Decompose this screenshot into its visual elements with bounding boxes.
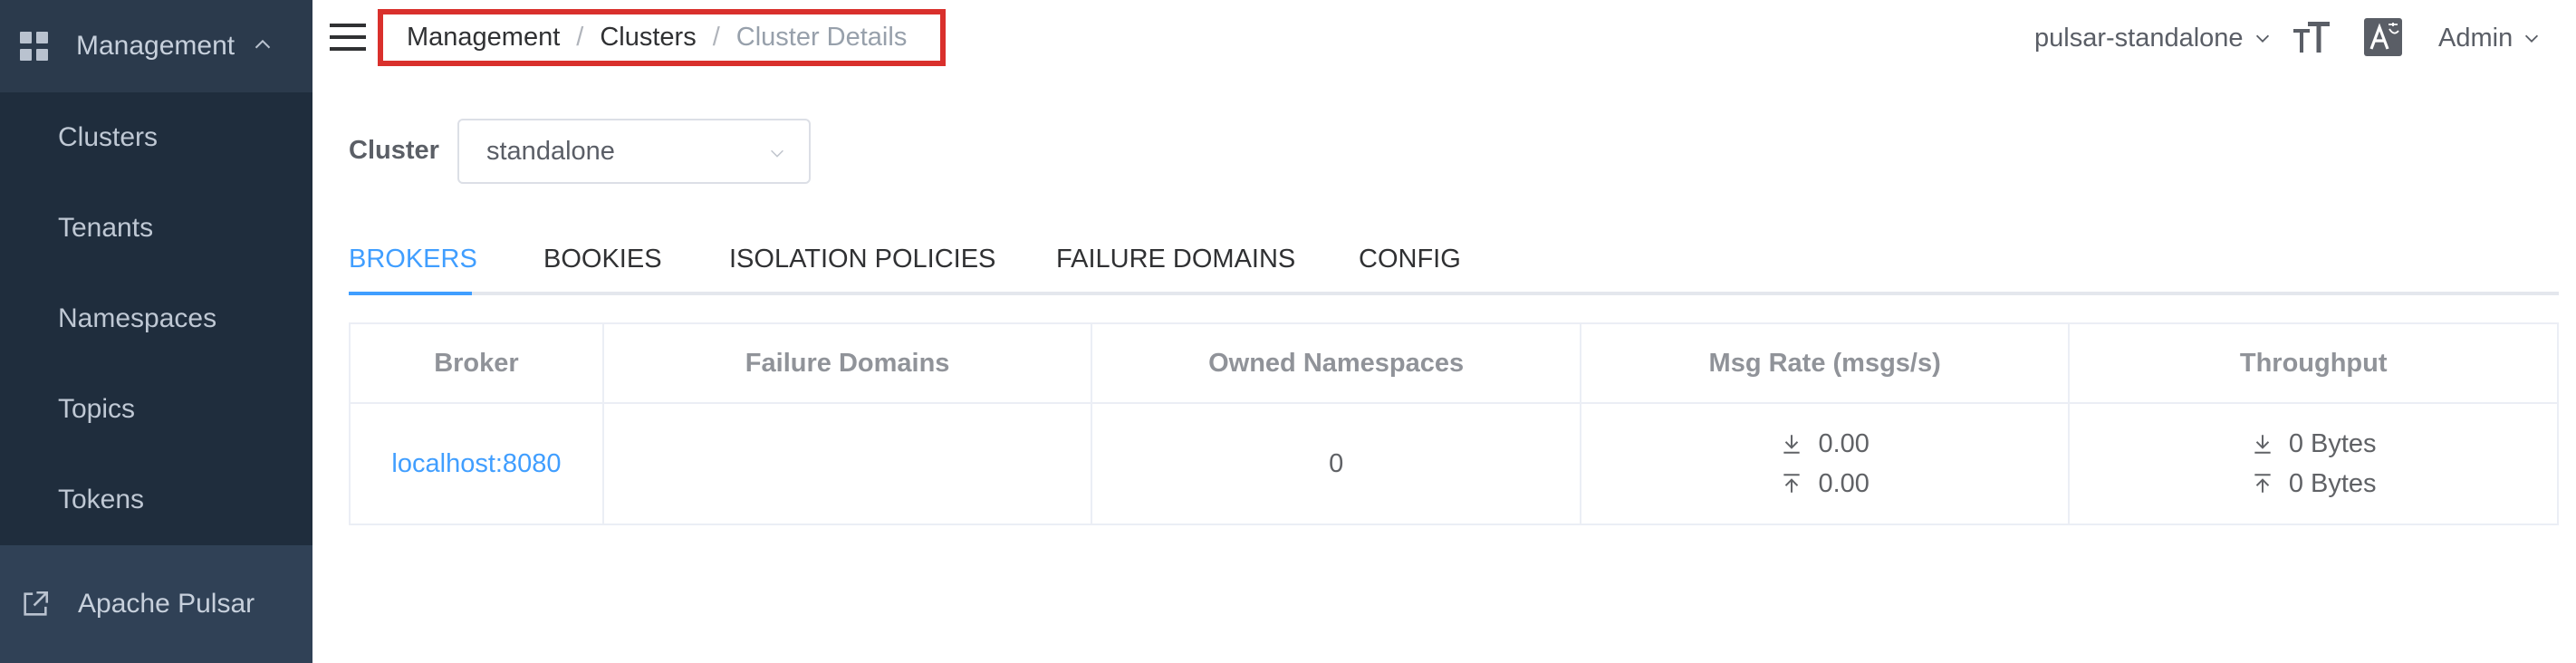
column-header-broker: Broker xyxy=(349,322,604,404)
table-row: localhost:8080 0 0.00 0.00 0 Bytes 0 Byt… xyxy=(349,402,2559,525)
user-label: Admin xyxy=(2438,23,2514,53)
cell-failure-domains xyxy=(601,402,1093,525)
throughput-out: 0 Bytes xyxy=(2288,468,2377,498)
cell-throughput: 0 Bytes 0 Bytes xyxy=(2068,402,2559,525)
sidebar-item-label: Tenants xyxy=(58,213,154,243)
sidebar-section-management[interactable]: Management xyxy=(0,0,312,92)
font-size-icon[interactable] xyxy=(2292,18,2331,58)
user-dropdown[interactable]: Admin xyxy=(2438,0,2542,76)
throughput-in: 0 Bytes xyxy=(2288,428,2377,458)
sidebar-item-label: Topics xyxy=(58,394,136,424)
sidebar-item-label: Namespaces xyxy=(58,303,217,333)
tab-isolation-policies[interactable]: ISOLATION POLICIES xyxy=(729,245,995,295)
column-header-owned-namespaces: Owned Namespaces xyxy=(1091,322,1581,404)
sidebar-item-clusters[interactable]: Clusters xyxy=(0,92,312,183)
chevron-up-icon[interactable] xyxy=(249,31,276,58)
sidebar-item-tokens[interactable]: Tokens xyxy=(0,455,312,545)
column-header-failure-domains: Failure Domains xyxy=(601,322,1093,404)
sidebar-item-label: Tokens xyxy=(58,485,145,514)
cell-broker: localhost:8080 xyxy=(349,402,604,525)
cell-msg-rate: 0.00 0.00 xyxy=(1579,402,2071,525)
table-header-row: Broker Failure Domains Owned Namespaces … xyxy=(349,322,2559,404)
sidebar-item-topics[interactable]: Topics xyxy=(0,364,312,455)
tab-bookies[interactable]: BOOKIES xyxy=(543,245,662,295)
cell-owned-namespaces: 0 xyxy=(1091,402,1581,525)
chevron-down-icon xyxy=(2255,34,2269,43)
column-header-msg-rate: Msg Rate (msgs/s) xyxy=(1579,322,2071,404)
tab-failure-domains[interactable]: FAILURE DOMAINS xyxy=(1056,245,1295,295)
chevron-down-icon xyxy=(771,149,783,158)
tab-config[interactable]: CONFIG xyxy=(1359,245,1461,295)
upload-arrow-icon xyxy=(1783,474,1801,493)
environment-label: pulsar-standalone xyxy=(2034,23,2244,53)
broker-link[interactable]: localhost:8080 xyxy=(391,449,561,478)
breadcrumb-separator: / xyxy=(576,23,584,52)
download-arrow-icon xyxy=(1783,435,1801,454)
msg-rate-out: 0.00 xyxy=(1818,468,1870,498)
tab-brokers[interactable]: BROKERS xyxy=(349,245,477,295)
sidebar-link-apache-pulsar[interactable]: Apache Pulsar xyxy=(0,545,312,663)
tab-bar: BROKERS BOOKIES ISOLATION POLICIES FAILU… xyxy=(349,235,2559,295)
sidebar-footer-label: Apache Pulsar xyxy=(78,589,255,619)
breadcrumb: Management / Clusters / Cluster Details xyxy=(378,9,946,66)
sidebar: Management Clusters Tenants Namespaces T… xyxy=(0,0,312,663)
brokers-table: Broker Failure Domains Owned Namespaces … xyxy=(349,322,2559,525)
sidebar-submenu: Clusters Tenants Namespaces Topics Token… xyxy=(0,92,312,545)
external-link-icon xyxy=(24,591,49,616)
msg-rate-in: 0.00 xyxy=(1818,428,1870,458)
sidebar-item-namespaces[interactable]: Namespaces xyxy=(0,274,312,364)
breadcrumb-item-cluster-details: Cluster Details xyxy=(735,23,908,52)
breadcrumb-item-management[interactable]: Management xyxy=(407,23,560,53)
breadcrumb-item-clusters[interactable]: Clusters xyxy=(600,23,696,53)
translate-icon[interactable] xyxy=(2364,18,2402,56)
active-tab-indicator xyxy=(349,292,472,295)
sidebar-item-tenants[interactable]: Tenants xyxy=(0,183,312,274)
breadcrumb-separator: / xyxy=(712,23,720,52)
sidebar-item-label: Clusters xyxy=(58,122,159,152)
download-arrow-icon xyxy=(2254,435,2271,454)
sidebar-section-label: Management xyxy=(76,31,235,61)
cluster-label: Cluster xyxy=(349,136,439,165)
dashboard-grid-icon xyxy=(20,32,49,61)
cluster-select-value: standalone xyxy=(486,136,615,166)
cluster-select[interactable]: standalone xyxy=(457,119,811,184)
hamburger-icon[interactable] xyxy=(330,22,366,53)
chevron-down-icon xyxy=(2525,34,2539,43)
upload-arrow-icon xyxy=(2254,474,2271,493)
environment-dropdown[interactable]: pulsar-standalone xyxy=(2034,0,2273,76)
column-header-throughput: Throughput xyxy=(2068,322,2559,404)
